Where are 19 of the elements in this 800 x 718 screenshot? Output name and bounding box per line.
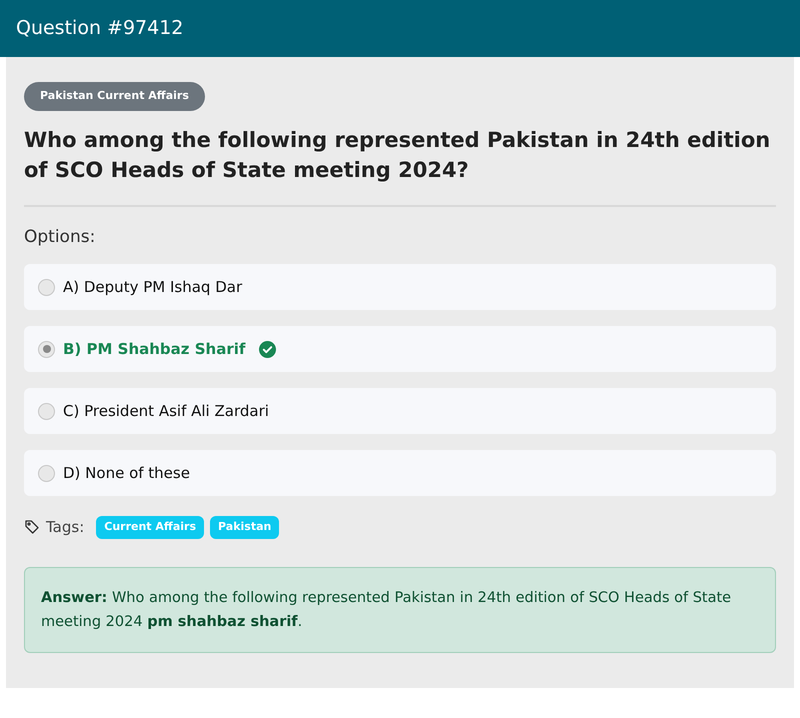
tags-label: Tags: bbox=[46, 517, 84, 538]
question-text: Who among the following represented Pakistan in 24th edition of SCO Heads of State meeting 2024? bbox=[24, 126, 772, 184]
page-title: Question #97412 bbox=[16, 16, 184, 42]
option-text: A) Deputy PM Ishaq Dar bbox=[63, 276, 242, 298]
radio-button[interactable] bbox=[38, 340, 55, 358]
option-text: C) President Asif Ali Zardari bbox=[63, 400, 269, 422]
radio-button[interactable] bbox=[38, 402, 55, 420]
option-row[interactable]: C) President Asif Ali Zardari bbox=[24, 388, 776, 434]
answer-text: Answer: Who among the following represented Pakistan in 24th edition of SCO Heads of State meeting 2024 pm shahbaz sharif. bbox=[41, 588, 732, 632]
option-row[interactable]: B) PM Shahbaz Sharif bbox=[24, 326, 776, 372]
options-label: Options: bbox=[24, 226, 96, 248]
option-row[interactable]: D) None of these bbox=[24, 450, 776, 496]
radio-button[interactable] bbox=[38, 464, 55, 482]
tag-icon bbox=[24, 519, 40, 536]
option-text: D) None of these bbox=[63, 462, 190, 484]
category-badge: Pakistan Current Affairs bbox=[24, 82, 205, 110]
option-text: B) PM Shahbaz Sharif bbox=[63, 338, 246, 360]
radio-button[interactable] bbox=[38, 278, 55, 296]
option-row[interactable]: A) Deputy PM Ishaq Dar bbox=[24, 264, 776, 310]
